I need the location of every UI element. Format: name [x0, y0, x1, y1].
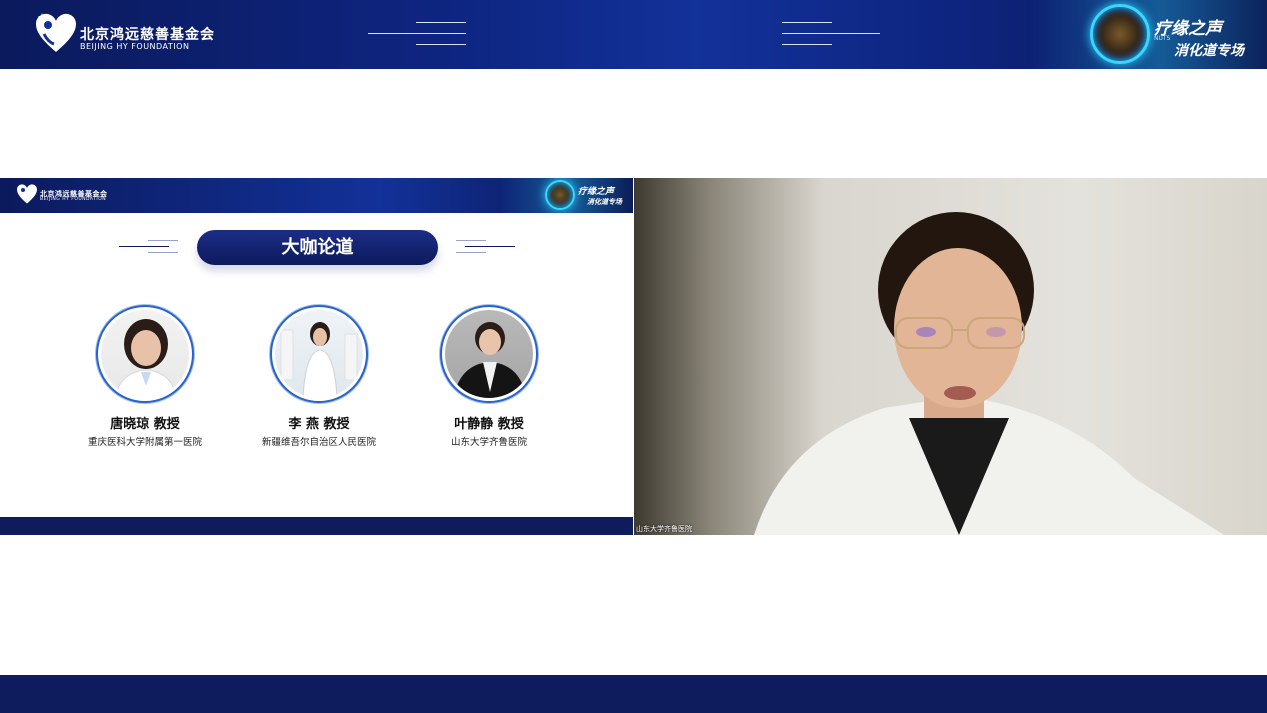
bottom-band [0, 675, 1267, 713]
speaker-silhouette [754, 212, 1224, 535]
brand-tiny-text: NUTS [1154, 35, 1171, 42]
title-line-right-thin [456, 240, 486, 241]
slide-event-brand: 疗缘之声 消化道专场 [545, 179, 630, 212]
expert-hospital: 新疆维吾尔自治区人民医院 [261, 437, 376, 448]
decorative-lines-left [368, 22, 466, 55]
title-line-left-thin-2 [148, 252, 178, 253]
logo-cn-text: 北京鸿远慈善基金会 [80, 26, 215, 43]
expert-avatar [96, 305, 194, 403]
top-banner: 北京鸿远慈善基金会 BEIJING HY FOUNDATION 疗缘之声 NUT… [0, 0, 1267, 69]
expert-card: 叶静静 教授 山东大学齐鲁医院 [394, 305, 584, 448]
speaker-video: 山东大学齐鲁医院 [634, 178, 1267, 535]
title-line-right [465, 246, 515, 247]
expert-avatar [270, 305, 368, 403]
slide-brand-subtitle: 消化道专场 [587, 198, 622, 206]
slide-brand-emblem-icon [545, 180, 575, 210]
expert-avatar [440, 305, 538, 403]
expert-hospital: 重庆医科大学附属第一医院 [87, 437, 202, 448]
brand-subtitle: 消化道专场 [1174, 43, 1244, 59]
title-line-left [119, 246, 169, 247]
expert-card: 唐晓琼 教授 重庆医科大学附属第一医院 [50, 305, 240, 448]
expert-name: 李 燕 教授 [288, 417, 350, 432]
slide-brand-title: 疗缘之声 [578, 187, 615, 197]
title-line-right-thin-2 [456, 252, 486, 253]
expert-name: 叶静静 教授 [454, 417, 524, 432]
slide-title: 大咖论道 [197, 230, 438, 265]
slide-foundation-logo: 北京鸿远慈善基金会 BEIJING HY FOUNDATION [16, 183, 108, 205]
expert-name: 唐晓琼 教授 [110, 417, 180, 432]
foundation-logo: 北京鸿远慈善基金会 BEIJING HY FOUNDATION [34, 12, 215, 54]
event-brand: 疗缘之声 NUTS 消化道专场 [1090, 2, 1260, 68]
slide-header: 北京鸿远慈善基金会 BEIJING HY FOUNDATION 疗缘之声 消化道… [0, 178, 633, 213]
logo-en-text: BEIJING HY FOUNDATION [80, 42, 190, 52]
brand-emblem-icon [1090, 4, 1150, 64]
decorative-lines-right [782, 22, 880, 55]
slide-logo-en: BEIJING HY FOUNDATION [40, 197, 107, 203]
expert-hospital: 山东大学齐鲁医院 [450, 437, 527, 448]
expert-card: 李 燕 教授 新疆维吾尔自治区人民医院 [224, 305, 414, 448]
participant-label: 山东大学齐鲁医院 [636, 525, 692, 533]
shared-slide: 北京鸿远慈善基金会 BEIJING HY FOUNDATION 疗缘之声 消化道… [0, 178, 633, 535]
slide-footer [0, 517, 633, 535]
slide-heart-logo-icon [17, 184, 37, 204]
title-line-left-thin [148, 240, 178, 241]
heart-logo-icon [36, 13, 76, 52]
